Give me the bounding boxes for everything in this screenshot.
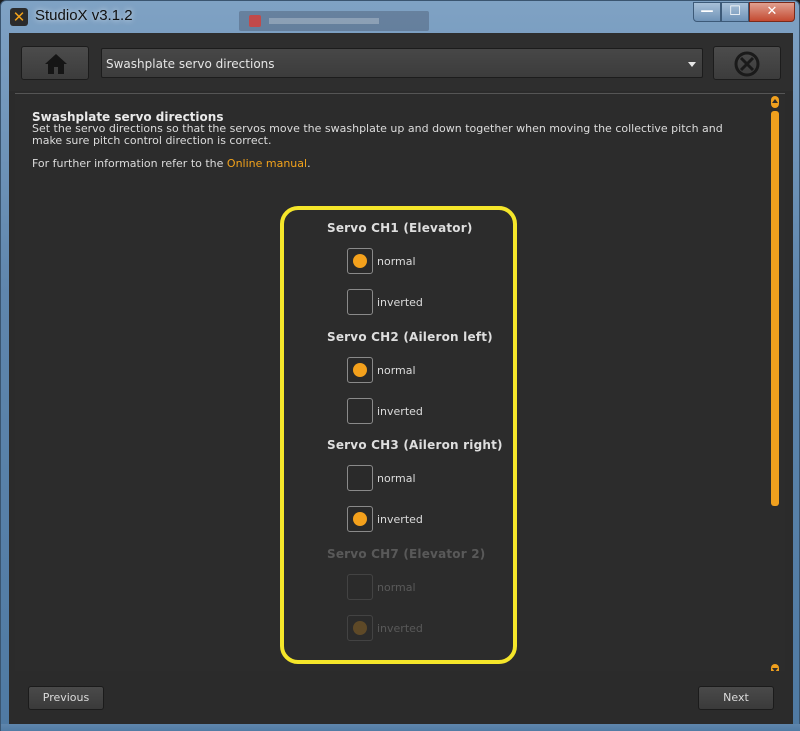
- more-info-text: For further information refer to the Onl…: [32, 157, 311, 170]
- window-bottom-border: [1, 724, 800, 731]
- scroll-up-icon[interactable]: [771, 96, 779, 108]
- online-manual-link[interactable]: Online manual: [227, 157, 307, 170]
- radio-label-ch1-normal: normal: [377, 255, 416, 268]
- radio-ch3-inverted[interactable]: [347, 506, 373, 532]
- page-description: Set the servo directions so that the ser…: [32, 122, 723, 147]
- title-bar[interactable]: ✕ StudioX v3.1.2 — ☐ ✕: [1, 1, 800, 33]
- radio-ch2-inverted[interactable]: [347, 398, 373, 424]
- close-button[interactable]: ✕: [749, 2, 795, 22]
- home-icon: [45, 54, 67, 74]
- radio-label-ch2-inverted: inverted: [377, 405, 423, 418]
- radio-ch1-inverted[interactable]: [347, 289, 373, 315]
- vertical-scrollbar[interactable]: [771, 94, 781, 676]
- radio-label-ch7-normal: normal: [377, 581, 416, 594]
- radio-label-ch2-normal: normal: [377, 364, 416, 377]
- group-title-ch3: Servo CH3 (Aileron right): [327, 438, 503, 452]
- radio-ch7-normal: [347, 574, 373, 600]
- group-title-ch2: Servo CH2 (Aileron left): [327, 330, 493, 344]
- highlight-frame: [280, 206, 517, 664]
- content-panel: Swashplate servo directions Set the serv…: [15, 93, 785, 676]
- minimize-button[interactable]: —: [693, 2, 721, 22]
- radio-label-ch7-inverted: inverted: [377, 622, 423, 635]
- background-window-ghost: [239, 11, 429, 31]
- radio-ch1-normal[interactable]: [347, 248, 373, 274]
- maximize-button[interactable]: ☐: [721, 2, 749, 22]
- previous-button[interactable]: Previous: [28, 686, 104, 710]
- toolbar: Swashplate servo directions: [9, 33, 793, 91]
- radio-label-ch3-inverted: inverted: [377, 513, 423, 526]
- group-title-ch7: Servo CH7 (Elevator 2): [327, 547, 486, 561]
- radio-label-ch3-normal: normal: [377, 472, 416, 485]
- window-title: StudioX v3.1.2: [35, 7, 133, 24]
- more-info-suffix: .: [307, 157, 311, 170]
- radio-ch2-normal[interactable]: [347, 357, 373, 383]
- page-select-value: Swashplate servo directions: [106, 57, 275, 71]
- footer-bar: Previous Next: [9, 671, 793, 724]
- home-button[interactable]: [21, 46, 89, 80]
- next-button[interactable]: Next: [698, 686, 774, 710]
- chevron-down-icon: [688, 62, 696, 67]
- window-controls: — ☐ ✕: [693, 2, 795, 22]
- radio-ch7-inverted: [347, 615, 373, 641]
- stop-button[interactable]: [713, 46, 781, 80]
- studiox-logo-icon: ✕: [10, 8, 28, 26]
- stop-icon: [734, 51, 760, 77]
- radio-label-ch1-inverted: inverted: [377, 296, 423, 309]
- app-window: ✕ StudioX v3.1.2 — ☐ ✕ Swashplate servo …: [0, 0, 800, 731]
- radio-ch3-normal[interactable]: [347, 465, 373, 491]
- client-area: Swashplate servo directions Swashplate s…: [9, 33, 793, 724]
- scrollbar-thumb[interactable]: [771, 111, 779, 506]
- group-title-ch1: Servo CH1 (Elevator): [327, 221, 473, 235]
- more-info-prefix: For further information refer to the: [32, 157, 227, 170]
- page-select-dropdown[interactable]: Swashplate servo directions: [101, 48, 703, 78]
